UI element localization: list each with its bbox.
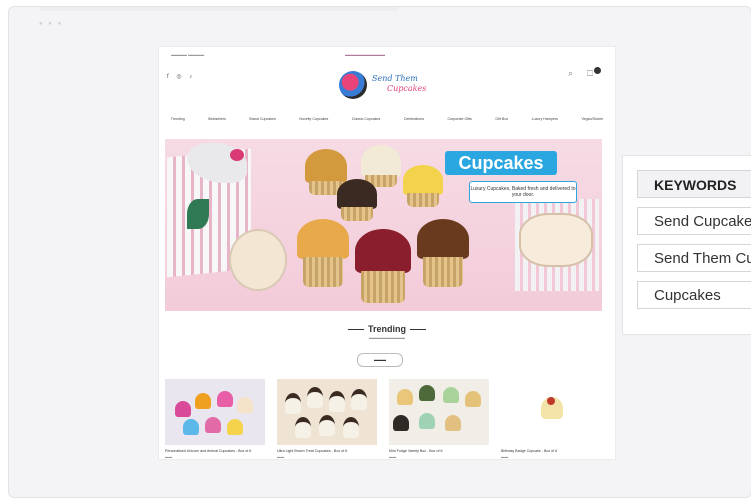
hero-title: Cupcakes — [445, 151, 557, 175]
product-price: ▬▬ — [277, 454, 285, 459]
cupcake-image — [419, 385, 435, 401]
cupcake-liner — [341, 207, 373, 221]
cupcake-image — [465, 391, 481, 407]
cupcake-image — [295, 417, 311, 438]
cupcake-image — [361, 145, 401, 177]
nav-item[interactable]: Gift Box — [495, 117, 508, 127]
view-all-button[interactable]: ▬▬▬ — [357, 353, 403, 367]
cupcake-image — [445, 415, 461, 431]
cupcake-image — [195, 393, 211, 409]
product-name[interactable]: Ultra Light Brown Treat Cupcakes - Box o… — [277, 449, 377, 454]
cupcake-logo-icon — [339, 71, 367, 99]
main-nav: Trending Bestsellers Brand Cupcakes Nove… — [159, 117, 615, 127]
cupcake-image — [285, 393, 301, 414]
product-price: ▬▬ — [165, 454, 173, 459]
keywords-header: KEYWORDS — [637, 170, 751, 198]
cupcake-image — [351, 389, 367, 410]
cupcake-image — [175, 401, 191, 417]
cupcake-image — [417, 219, 469, 259]
nav-item[interactable]: Celebrations — [404, 117, 424, 127]
divider — [410, 329, 426, 331]
cupcake-liner — [303, 257, 343, 287]
cupcake-image — [217, 391, 233, 407]
product-image[interactable] — [389, 379, 489, 445]
cupcake-image — [237, 397, 253, 413]
cupcake-image — [343, 417, 359, 438]
trending-title: Trending — [368, 324, 406, 334]
cupcake-image — [397, 389, 413, 405]
cupcake-image — [227, 419, 243, 435]
cupcake-image — [355, 229, 411, 273]
product-name[interactable]: Mint Fudge Variety Box - Box of 6 — [389, 449, 489, 454]
cupcake-image — [443, 387, 459, 403]
site-logo[interactable]: Send Them Cupcakes — [339, 71, 439, 103]
gift-box-right-image — [515, 199, 599, 291]
cupcake-image — [337, 179, 377, 209]
window-dots-icon: ● ● ● — [39, 21, 64, 27]
cupcake-image — [319, 415, 335, 436]
nav-item[interactable]: Corporate Gifts — [447, 117, 471, 127]
product-card[interactable]: Ultra Light Brown Treat Cupcakes - Box o… — [277, 379, 377, 459]
keywords-table: KEYWORDS Send Cupcakes Send Them Cupcake… — [622, 155, 751, 335]
logo-line1: Send Them — [372, 74, 418, 83]
cart-icon[interactable] — [594, 67, 601, 74]
box-window-image — [519, 213, 593, 267]
website-preview: ▬▬▬▬ ▬▬▬▬ ▬▬▬▬▬▬▬▬▬▬ f ◎ ♪ ⌕ ☐ Send Them… — [158, 46, 616, 460]
keyword-row: Send Cupcakes — [637, 207, 751, 235]
product-card[interactable]: Personalised Unicorn and Animal Cupcakes… — [165, 379, 265, 459]
nav-item[interactable]: Classic Cupcakes — [352, 117, 381, 127]
cupcake-image — [307, 387, 323, 408]
keyword-row: Cupcakes — [637, 281, 751, 309]
keyword-row: Send Them Cupcakes — [637, 244, 751, 272]
cupcake-image — [403, 165, 443, 195]
utility-links[interactable]: ▬▬▬▬ ▬▬▬▬ — [171, 52, 204, 57]
product-name[interactable]: Personalised Unicorn and Animal Cupcakes… — [165, 449, 265, 454]
trending-section: Trending ▬▬▬▬▬▬▬▬▬ — [159, 324, 615, 340]
nav-item[interactable]: Bestsellers — [208, 117, 226, 127]
cupcake-liner — [407, 193, 439, 207]
product-grid: Personalised Unicorn and Animal Cupcakes… — [165, 379, 605, 459]
product-card[interactable]: Mint Fudge Variety Box - Box of 6 ▬▬ — [389, 379, 489, 459]
trending-subtitle: ▬▬▬▬▬▬▬▬▬ — [369, 335, 405, 340]
cupcake-image — [297, 219, 349, 259]
product-image[interactable] — [501, 379, 601, 445]
top-utility-bar: ▬▬▬▬ ▬▬▬▬ ▬▬▬▬▬▬▬▬▬▬ — [159, 47, 615, 61]
social-icons[interactable]: f ◎ ♪ — [167, 73, 195, 80]
product-image[interactable] — [277, 379, 377, 445]
cupcake-image — [205, 417, 221, 433]
product-price: ▬▬ — [389, 454, 397, 459]
divider — [348, 329, 364, 331]
cupcake-liner — [423, 257, 463, 287]
logo-line2: Cupcakes — [387, 84, 427, 93]
product-image[interactable] — [165, 379, 265, 445]
bow-center-image — [230, 149, 244, 161]
cupcake-image — [393, 415, 409, 431]
hero-banner[interactable]: Cupcakes Luxury Cupcakes, Baked fresh an… — [165, 139, 602, 311]
top-placeholder-bar — [39, 7, 399, 11]
cupcake-image — [419, 413, 435, 429]
product-name[interactable]: Birthday Badge Cupcake - Box of 6 — [501, 449, 601, 454]
cupcake-image — [183, 419, 199, 435]
nav-item[interactable]: Brand Cupcakes — [249, 117, 276, 127]
nav-item[interactable]: Vegan/Gluten — [581, 117, 603, 127]
leaf-image — [187, 199, 209, 229]
nav-item[interactable]: Novelty Cupcakes — [299, 117, 328, 127]
cupcake-image — [305, 149, 347, 183]
decoration-image — [547, 397, 555, 405]
cupcake-image — [329, 391, 345, 412]
cupcake-liner — [361, 271, 405, 303]
product-card[interactable]: Birthday Badge Cupcake - Box of 6 ▬▬ — [501, 379, 601, 459]
product-price: ▬▬ — [501, 454, 509, 459]
promo-strip: ▬▬▬▬▬▬▬▬▬▬ — [345, 52, 385, 57]
hero-subtitle: Luxury Cupcakes, Baked fresh and deliver… — [469, 181, 577, 203]
nav-item[interactable]: Luxury Hampers — [532, 117, 558, 127]
nav-item[interactable]: Trending — [171, 117, 185, 127]
box-window-image — [229, 229, 287, 291]
